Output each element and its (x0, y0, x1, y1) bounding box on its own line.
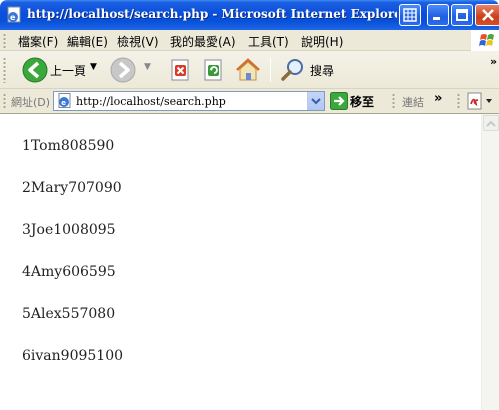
links-chevron-icon[interactable]: » (434, 91, 442, 106)
menu-view[interactable]: 檢視(V) (117, 33, 159, 50)
chevron-down-icon (311, 98, 321, 105)
home-button[interactable] (233, 56, 263, 84)
standard-toolbar: 上一頁 ▼ ▼ 搜尋 » (0, 51, 499, 89)
forward-arrow-icon (110, 57, 136, 83)
search-icon (281, 59, 303, 81)
tile-button[interactable] (399, 4, 421, 26)
stop-icon (171, 59, 189, 81)
address-input[interactable]: e http://localhost/search.php (53, 91, 325, 111)
menu-tools[interactable]: 工具(T) (248, 33, 289, 50)
addon-grip[interactable] (457, 93, 460, 110)
back-label: 上一頁 (50, 64, 87, 78)
go-arrow-icon (330, 92, 348, 110)
result-row: 2Mary707090 (22, 180, 122, 196)
address-label: 網址(D) (11, 96, 51, 109)
ie-page-icon: e (5, 6, 23, 24)
svg-text:e: e (61, 99, 66, 107)
acrobat-button[interactable] (466, 92, 496, 110)
menu-file[interactable]: 檔案(F) (18, 33, 58, 50)
address-grip[interactable] (3, 93, 6, 110)
result-row: 6ivan9095100 (22, 348, 124, 364)
back-button[interactable]: 上一頁 ▼ (14, 56, 102, 84)
acrobat-icon (467, 92, 492, 110)
result-row: 3Joe1008095 (22, 222, 116, 238)
window-title: http://localhost/search.php - Microsoft … (27, 7, 397, 21)
address-url: http://localhost/search.php (76, 95, 226, 108)
title-bar[interactable]: e http://localhost/search.php - Microsof… (0, 0, 499, 30)
maximize-button[interactable] (451, 4, 473, 26)
search-button[interactable]: 搜尋 (278, 56, 348, 84)
go-button[interactable] (330, 92, 348, 110)
go-label[interactable]: 移至 (350, 93, 374, 110)
result-row: 1Tom808590 (22, 138, 115, 154)
vertical-scrollbar[interactable] (481, 114, 499, 410)
minimize-button[interactable] (427, 4, 449, 26)
chevron-up-icon (486, 120, 496, 127)
menu-bar: 檔案(F) 編輯(E) 檢視(V) 我的最愛(A) 工具(T) 說明(H) (0, 30, 499, 51)
links-label[interactable]: 連結 (402, 94, 424, 110)
result-row: 5Alex557080 (22, 306, 116, 322)
search-label: 搜尋 (310, 64, 335, 78)
back-dropdown-icon[interactable]: ▼ (90, 62, 97, 72)
menu-favorites[interactable]: 我的最愛(A) (170, 33, 236, 50)
menu-grip[interactable] (3, 33, 6, 48)
refresh-icon (204, 59, 222, 81)
address-bar: 網址(D) e http://localhost/search.php 移至 連… (0, 89, 499, 114)
toolbar-grip[interactable] (3, 57, 6, 83)
result-row: 4Amy606595 (22, 264, 116, 280)
page-icon: e (58, 93, 71, 108)
windows-flag-icon (471, 30, 499, 51)
page-content: 1Tom808590 2Mary707090 3Joe1008095 4Amy6… (0, 114, 481, 410)
menu-edit[interactable]: 編輯(E) (67, 33, 108, 50)
links-grip[interactable] (392, 93, 395, 110)
menu-help[interactable]: 說明(H) (301, 33, 343, 50)
address-dropdown-button[interactable] (307, 92, 324, 110)
scroll-up-button[interactable] (483, 115, 499, 131)
toolbar-separator (270, 58, 271, 82)
forward-button[interactable]: ▼ (110, 56, 160, 84)
forward-dropdown-icon[interactable]: ▼ (144, 62, 151, 72)
toolbar-overflow-icon[interactable]: » (490, 55, 497, 68)
back-arrow-icon (22, 57, 48, 83)
refresh-button[interactable] (201, 56, 227, 84)
stop-button[interactable] (168, 56, 194, 84)
svg-text:e: e (10, 13, 16, 22)
home-icon (236, 58, 260, 81)
close-button[interactable] (475, 4, 499, 26)
